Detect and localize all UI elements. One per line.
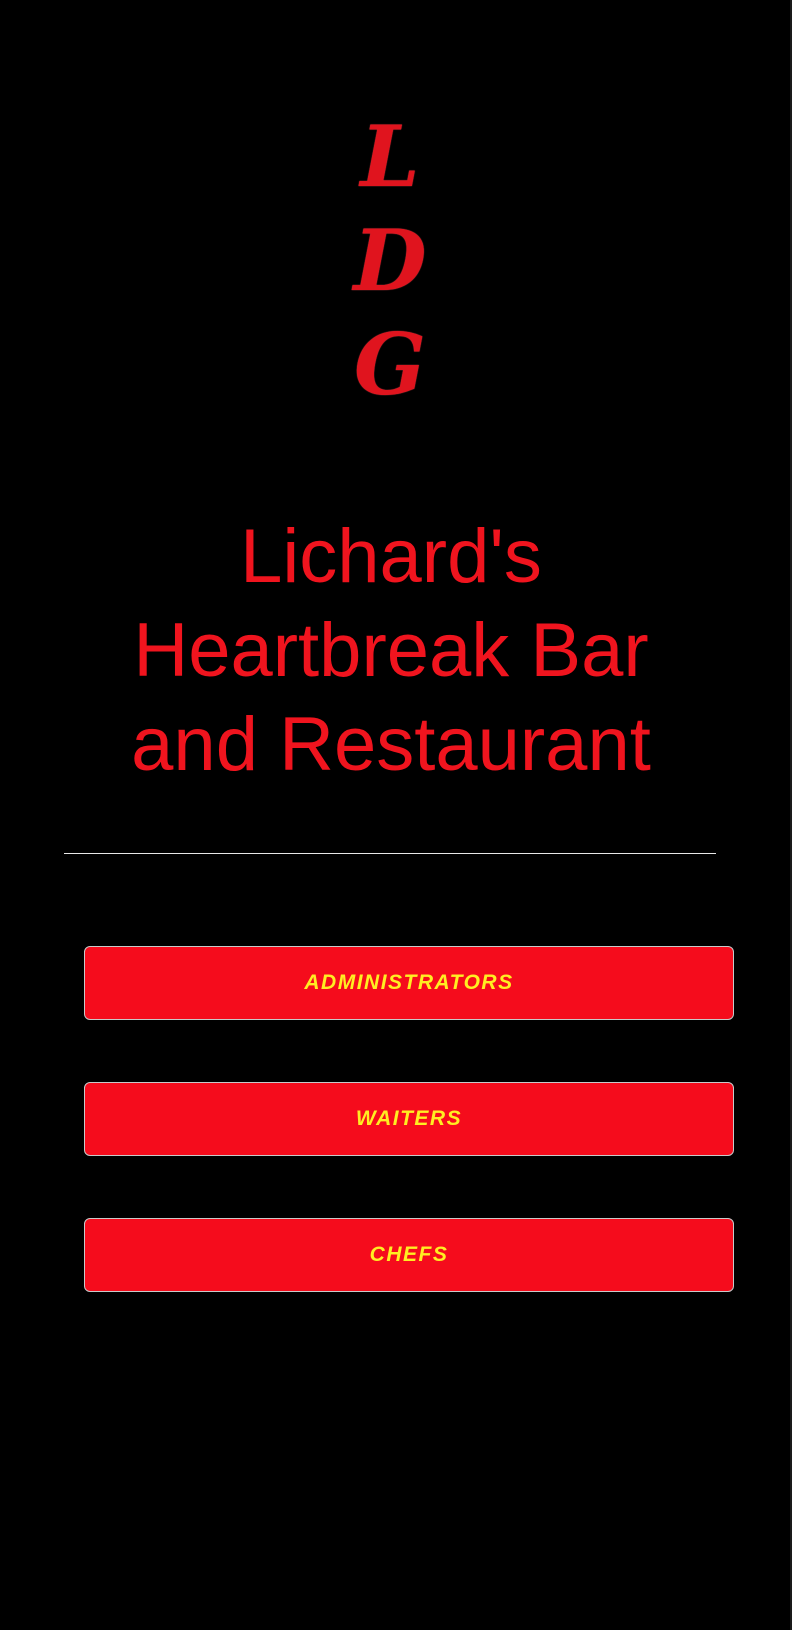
administrators-button[interactable]: ADMINISTRATORS <box>84 946 734 1020</box>
restaurant-title: Lichard's Heartbreak Bar and Restaurant <box>0 510 782 792</box>
title-divider <box>64 853 716 854</box>
waiters-button[interactable]: WAITERS <box>84 1082 734 1156</box>
logo-letter-d: D <box>353 211 427 310</box>
title-line-1: Lichard's <box>240 514 542 599</box>
logo-monogram: L D G <box>0 105 780 415</box>
title-line-2: Heartbreak Bar <box>133 608 649 693</box>
title-line-3: and Restaurant <box>131 702 651 787</box>
page: L D G Lichard's Heartbreak Bar and Resta… <box>0 0 792 1630</box>
logo-letter-g: G <box>354 315 426 414</box>
logo-letter-l: L <box>360 107 420 206</box>
chefs-button[interactable]: CHEFS <box>84 1218 734 1292</box>
